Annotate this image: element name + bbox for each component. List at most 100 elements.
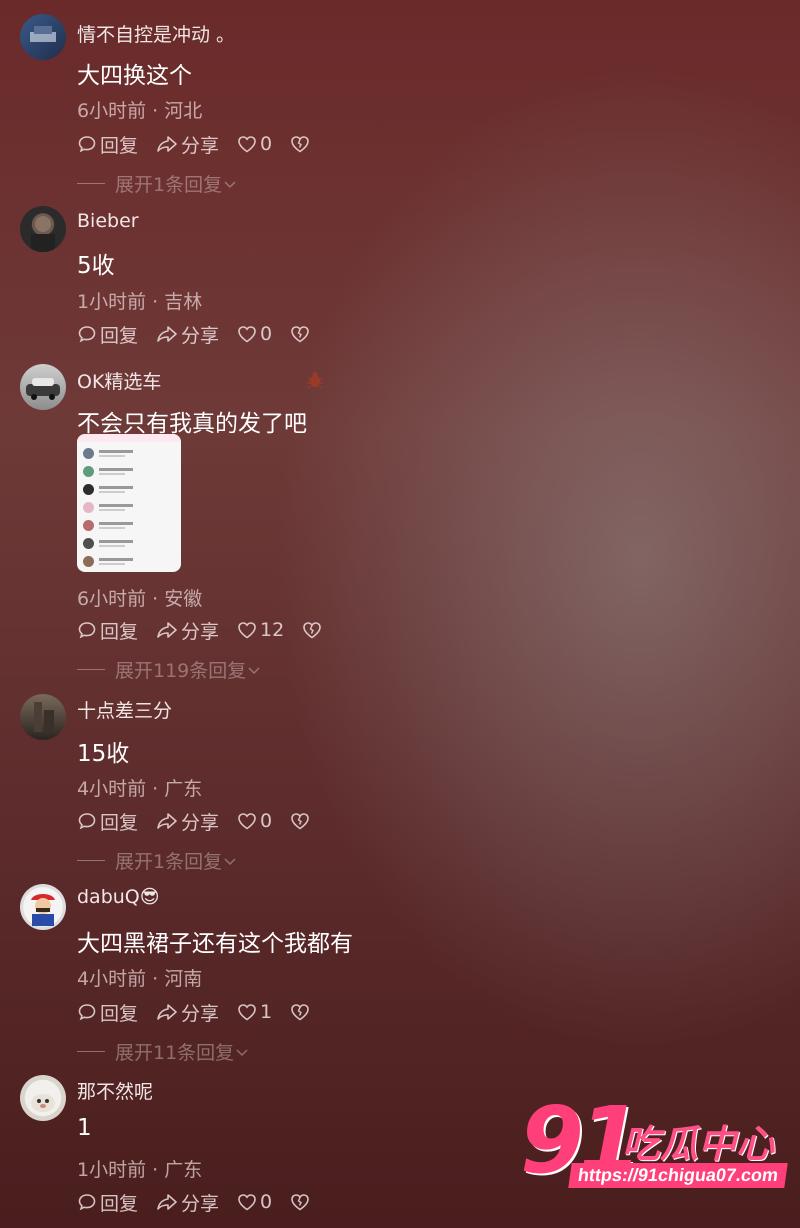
chevron-down-icon — [224, 180, 236, 188]
chevron-down-icon — [236, 1048, 248, 1056]
watermark-logo: 91 吃瓜中心 https://91chigua07.com — [520, 1087, 788, 1194]
reply-button[interactable]: 回复 — [77, 321, 138, 348]
share-label: 分享 — [181, 620, 220, 643]
share-button[interactable]: 分享 — [156, 321, 219, 348]
comment-actions: 回复 分享 1 — [77, 998, 331, 1026]
like-button[interactable]: 0 — [237, 1191, 272, 1213]
comment-meta: 6小时前 · 河北 — [77, 96, 202, 123]
avatar[interactable] — [20, 1075, 66, 1121]
expand-replies-link[interactable]: 展开119条回复 — [77, 656, 262, 683]
broken-heart-icon — [291, 813, 309, 830]
avatar[interactable] — [20, 206, 66, 252]
share-arrow-icon — [157, 326, 177, 342]
like-count: 0 — [260, 1191, 273, 1213]
comment-location: 广东 — [164, 778, 203, 800]
meta-separator: · — [152, 100, 159, 122]
share-arrow-icon — [157, 136, 177, 152]
like-count: 12 — [260, 619, 285, 641]
comment-actions: 回复 分享 0 — [77, 320, 331, 348]
share-button[interactable]: 分享 — [156, 617, 219, 644]
reply-button[interactable]: 回复 — [77, 999, 138, 1026]
like-button[interactable]: 0 — [237, 810, 272, 832]
comment-location: 安徽 — [164, 588, 203, 610]
comment-text: 大四换这个 — [77, 63, 192, 89]
speech-bubble-icon — [78, 1194, 96, 1211]
share-button[interactable]: 分享 — [156, 999, 219, 1026]
comment-location: 吉林 — [164, 291, 203, 313]
comment-username[interactable]: OK精选车 — [77, 367, 161, 394]
heart-icon — [238, 622, 256, 639]
chevron-down-icon — [224, 857, 236, 865]
reply-button[interactable]: 回复 — [77, 131, 138, 158]
expand-replies-label: 展开11条回复 — [115, 1042, 235, 1064]
share-button[interactable]: 分享 — [156, 1189, 219, 1216]
divider-line — [77, 860, 105, 861]
reply-button[interactable]: 回复 — [77, 617, 138, 644]
like-count: 0 — [260, 133, 273, 155]
share-label: 分享 — [181, 1192, 220, 1215]
share-arrow-icon — [157, 813, 177, 829]
avatar[interactable] — [20, 364, 66, 410]
dislike-button[interactable] — [290, 1193, 313, 1211]
comment-actions: 回复 分享 12 — [77, 616, 343, 644]
share-arrow-icon — [157, 1004, 177, 1020]
speech-bubble-icon — [78, 813, 96, 830]
share-button[interactable]: 分享 — [156, 808, 219, 835]
comment-text: 不会只有我真的发了吧 — [77, 411, 307, 437]
comment-time: 6小时前 — [77, 588, 147, 610]
expand-replies-link[interactable]: 展开11条回复 — [77, 1038, 250, 1065]
avatar[interactable] — [20, 694, 66, 740]
comment-meta: 1小时前 · 吉林 — [77, 287, 202, 314]
like-button[interactable]: 0 — [237, 323, 272, 345]
dislike-button[interactable] — [290, 325, 313, 343]
comment-text: 5收 — [77, 253, 115, 279]
comment-username[interactable]: Bieber — [77, 210, 139, 232]
broken-heart-icon — [291, 326, 309, 343]
chevron-down-icon — [248, 666, 260, 674]
reply-button[interactable]: 回复 — [77, 1189, 138, 1216]
reply-label: 回复 — [100, 134, 139, 157]
heart-icon — [238, 813, 256, 830]
avatar[interactable] — [20, 14, 66, 60]
heart-icon — [238, 326, 256, 343]
divider-line — [77, 669, 105, 670]
broken-heart-icon — [303, 622, 322, 639]
heart-icon — [238, 1004, 256, 1021]
heart-icon — [238, 136, 256, 153]
comment-time: 1小时前 — [77, 1159, 147, 1181]
expand-replies-link[interactable]: 展开1条回复 — [77, 847, 238, 874]
comment-username[interactable]: 那不然呢 — [77, 1077, 153, 1104]
meta-separator: · — [152, 968, 159, 990]
meta-separator: · — [152, 1159, 159, 1181]
like-button[interactable]: 12 — [237, 619, 284, 641]
comment-time: 4小时前 — [77, 968, 147, 990]
dislike-button[interactable] — [290, 1003, 313, 1021]
dislike-button[interactable] — [290, 812, 313, 830]
share-button[interactable]: 分享 — [156, 131, 219, 158]
comment-username[interactable]: 十点差三分 — [77, 696, 172, 723]
reply-label: 回复 — [100, 324, 139, 347]
reply-label: 回复 — [100, 620, 139, 643]
like-count: 0 — [260, 323, 273, 345]
dislike-button[interactable] — [302, 621, 325, 639]
comment-username[interactable]: dabuQ😎 — [77, 886, 160, 908]
expand-replies-label: 展开1条回复 — [115, 851, 223, 873]
avatar[interactable] — [20, 884, 66, 930]
expand-replies-link[interactable]: 展开1条回复 — [77, 170, 238, 197]
comment-meta: 4小时前 · 广东 — [77, 774, 202, 801]
comment-time: 6小时前 — [77, 100, 147, 122]
dislike-button[interactable] — [290, 135, 313, 153]
like-count: 0 — [260, 810, 273, 832]
comment-location: 河南 — [164, 968, 203, 990]
comment-username[interactable]: 情不自控是冲动 。 — [77, 20, 235, 47]
reply-label: 回复 — [100, 811, 139, 834]
like-button[interactable]: 1 — [237, 1001, 272, 1023]
divider-line — [77, 183, 105, 184]
share-label: 分享 — [181, 811, 220, 834]
broken-heart-icon — [291, 1004, 309, 1021]
like-button[interactable]: 0 — [237, 133, 272, 155]
meta-separator: · — [152, 291, 159, 313]
comment-image[interactable] — [77, 434, 181, 572]
reply-button[interactable]: 回复 — [77, 808, 138, 835]
meta-separator: · — [152, 588, 159, 610]
